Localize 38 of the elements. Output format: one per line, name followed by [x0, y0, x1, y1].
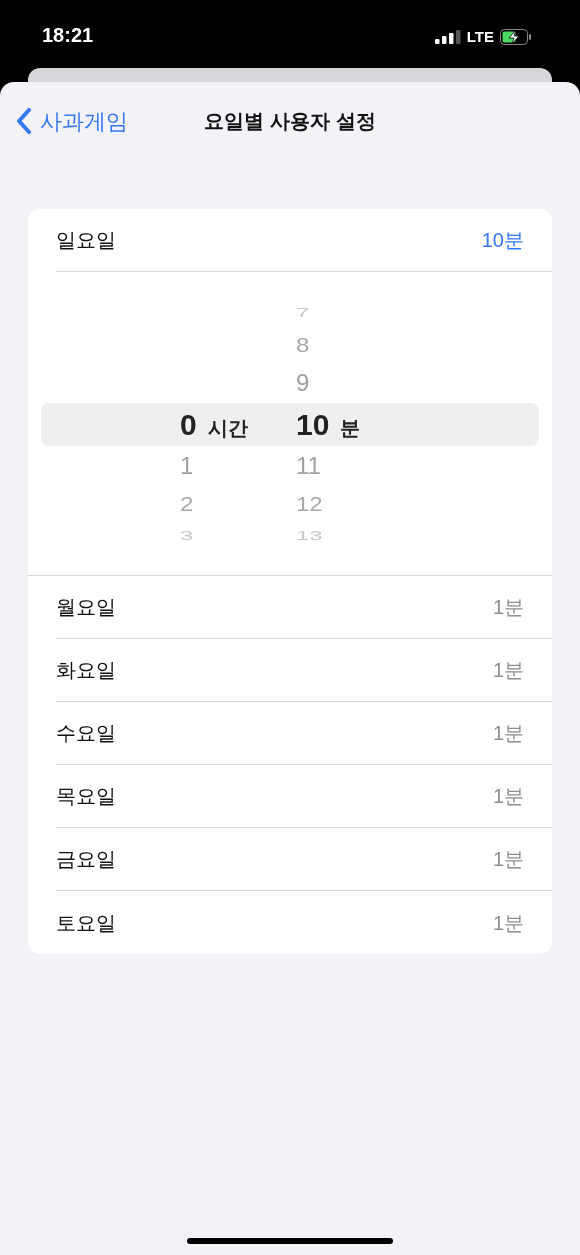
- picker-number[interactable]: 0: [180, 409, 197, 440]
- day-row[interactable]: 금요일 1분: [56, 828, 552, 891]
- day-label: 수요일: [56, 721, 116, 746]
- duration-value: 10분: [481, 228, 524, 253]
- duration-value: 1분: [492, 595, 524, 620]
- picker-number[interactable]: 9: [296, 370, 310, 395]
- picker-unit: 분: [340, 417, 361, 438]
- status-time: 18:21: [42, 23, 94, 48]
- page-title: 요일별 사용자 설정: [204, 109, 376, 134]
- duration-value: 1분: [492, 847, 524, 872]
- duration-value: 1분: [492, 658, 524, 683]
- duration-value: 1분: [492, 910, 524, 936]
- day-row[interactable]: 수요일 1분: [56, 702, 552, 765]
- picker-number[interactable]: 12: [296, 493, 323, 514]
- battery-charging-icon: [500, 29, 532, 46]
- picker-number[interactable]: 1: [180, 454, 194, 478]
- day-label: 토요일: [56, 910, 116, 936]
- day-label: 일요일: [56, 228, 116, 253]
- network-label: LTE: [466, 27, 494, 47]
- day-label: 월요일: [56, 595, 116, 620]
- day-row[interactable]: 화요일 1분: [56, 639, 552, 702]
- duration-value: 1분: [492, 784, 524, 809]
- picker-number[interactable]: 11: [296, 454, 321, 478]
- picker-number[interactable]: 8: [296, 334, 310, 356]
- day-label: 화요일: [56, 658, 116, 683]
- day-row[interactable]: 토요일 1분: [56, 891, 552, 954]
- picker-number[interactable]: 2: [180, 493, 194, 514]
- day-row[interactable]: 월요일 1분: [56, 576, 552, 639]
- picker-number[interactable]: 10: [296, 409, 330, 440]
- day-label: 금요일: [56, 847, 116, 872]
- day-label: 목요일: [56, 784, 116, 809]
- back-button[interactable]: 사과게임: [0, 104, 128, 138]
- picker-unit: 시간: [207, 417, 248, 438]
- day-row[interactable]: 목요일 1분: [56, 765, 552, 828]
- duration-value: 1분: [492, 721, 524, 746]
- day-row[interactable]: 일요일 10분: [56, 209, 552, 272]
- back-chevron-icon: [16, 108, 32, 134]
- signal-icon: [434, 30, 461, 45]
